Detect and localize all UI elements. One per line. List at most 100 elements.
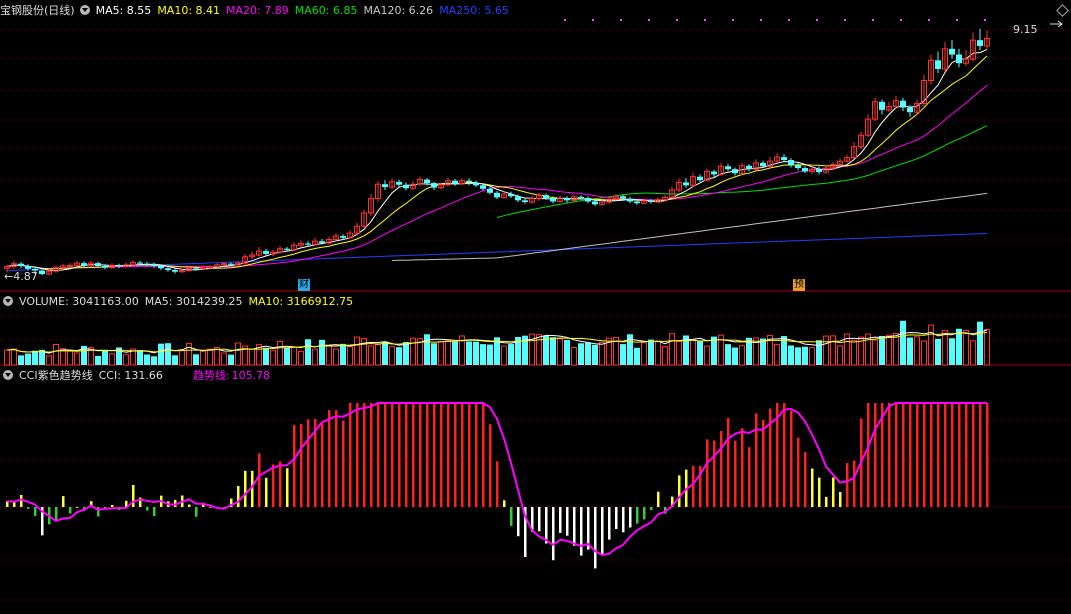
cci-bar <box>307 419 310 507</box>
cci-bar <box>783 403 786 507</box>
volume-bar-up <box>291 346 297 366</box>
candle-body-down <box>725 166 731 170</box>
volume-bar-up <box>200 350 206 366</box>
volume-bar-up <box>389 346 395 366</box>
volume-bar-down <box>487 344 493 365</box>
volume-bar-down <box>935 338 941 365</box>
candle-body-down <box>473 182 479 186</box>
volume-bar-up <box>179 350 185 366</box>
candle-body-down <box>781 157 787 160</box>
volume-bar-down <box>193 354 199 365</box>
volume-bar-up <box>67 350 73 366</box>
cci-bar <box>608 507 611 540</box>
candle-body-down <box>158 265 164 269</box>
price-low-label: ←4.87 <box>4 270 38 283</box>
cci-bar <box>496 461 499 507</box>
cci-bar <box>538 507 541 532</box>
cci-bar <box>475 403 478 507</box>
ma60-label: MA60: 6.85 <box>294 4 358 17</box>
volume-value: VOLUME: 3041163.00 <box>19 295 139 308</box>
cci-bar <box>244 470 247 507</box>
stock-title[interactable]: 宝钢股份(日线) <box>0 4 75 17</box>
cci-bar <box>153 507 156 517</box>
cci-bar <box>76 506 79 508</box>
dropdown-arrow-icon[interactable] <box>3 296 13 306</box>
volume-bar-up <box>438 341 444 366</box>
cci-bar <box>286 468 289 507</box>
volume-bar-up <box>186 342 192 366</box>
cci-bar <box>629 507 632 528</box>
candle-body-down <box>578 196 584 199</box>
cci-bar <box>734 440 737 507</box>
cci-bar <box>146 507 149 511</box>
cci-bar <box>55 507 58 521</box>
signal-dot <box>676 19 678 21</box>
cci-bar <box>979 403 982 507</box>
candle-body-down <box>879 101 885 110</box>
price-high-label: 9.15 <box>1013 23 1038 36</box>
candle-body-down <box>424 179 430 184</box>
volume-bar-down <box>732 347 738 365</box>
cci-bar <box>384 403 387 507</box>
volume-bar-down <box>620 344 626 365</box>
cci-bar <box>748 447 751 507</box>
signal-dot <box>564 19 566 21</box>
cci-bar <box>328 410 331 507</box>
cci-bar <box>370 403 373 507</box>
cci-bar <box>566 507 569 536</box>
candle-body-down <box>81 263 87 266</box>
volume-bar-down <box>907 337 913 365</box>
candle-body-down <box>144 263 150 265</box>
cci-bar <box>419 403 422 507</box>
cci-bar <box>930 403 933 507</box>
volume-bar-down <box>788 345 794 365</box>
volume-bar-down <box>802 346 808 365</box>
event-tag-forecast[interactable]: 预 <box>793 279 805 291</box>
candle-body-down <box>515 196 521 201</box>
candle-body-down <box>585 198 591 202</box>
volume-bar-down <box>578 343 584 365</box>
volume-bar-up <box>298 350 304 366</box>
volume-bar-down <box>473 341 479 365</box>
cci-bar <box>650 507 653 510</box>
volume-bar-up <box>655 341 661 366</box>
volume-bar-up <box>571 347 577 366</box>
cci-bar <box>909 403 912 507</box>
cci-bar <box>692 465 695 507</box>
cci-bar <box>356 403 359 507</box>
volume-bar-up <box>599 341 605 366</box>
volume-bar-up <box>557 338 563 366</box>
volume-bar-down <box>508 344 514 365</box>
cci-bar <box>804 451 807 507</box>
volume-bar-down <box>816 340 822 365</box>
volume-bar-up <box>914 336 920 366</box>
volume-bar-down <box>382 341 388 365</box>
cci-bar <box>398 403 401 507</box>
cci-bar <box>832 477 835 507</box>
cci-bar <box>440 403 443 507</box>
dropdown-arrow-icon[interactable] <box>3 370 13 380</box>
cci-bar <box>510 507 513 526</box>
signal-dot <box>956 19 958 21</box>
volume-bar-up <box>347 346 353 366</box>
cci-bar <box>13 502 16 507</box>
cci-bar <box>293 425 296 507</box>
candle-body-down <box>627 198 633 202</box>
signal-dot <box>844 19 846 21</box>
candle-body-down <box>949 48 955 55</box>
dropdown-arrow-icon[interactable] <box>79 5 90 15</box>
signal-dot <box>592 19 594 21</box>
volume-bar-up <box>662 346 668 366</box>
event-tag-earnings[interactable]: 财 <box>298 279 310 291</box>
ma120-label: MA120: 6.26 <box>363 4 434 17</box>
ma120-line <box>391 192 988 261</box>
cci-bar <box>594 507 597 569</box>
cci-bar <box>517 507 520 537</box>
cci-panel-header: CCI紫色趋势线 CCI: 131.66 趋势线: 105.78 <box>0 368 276 384</box>
cci-bar <box>447 403 450 507</box>
candle-body-down <box>816 169 822 173</box>
volume-bar-up <box>235 342 241 366</box>
cci-bar <box>846 463 849 507</box>
volume-bar-up <box>676 340 682 366</box>
volume-bar-down <box>466 341 472 365</box>
